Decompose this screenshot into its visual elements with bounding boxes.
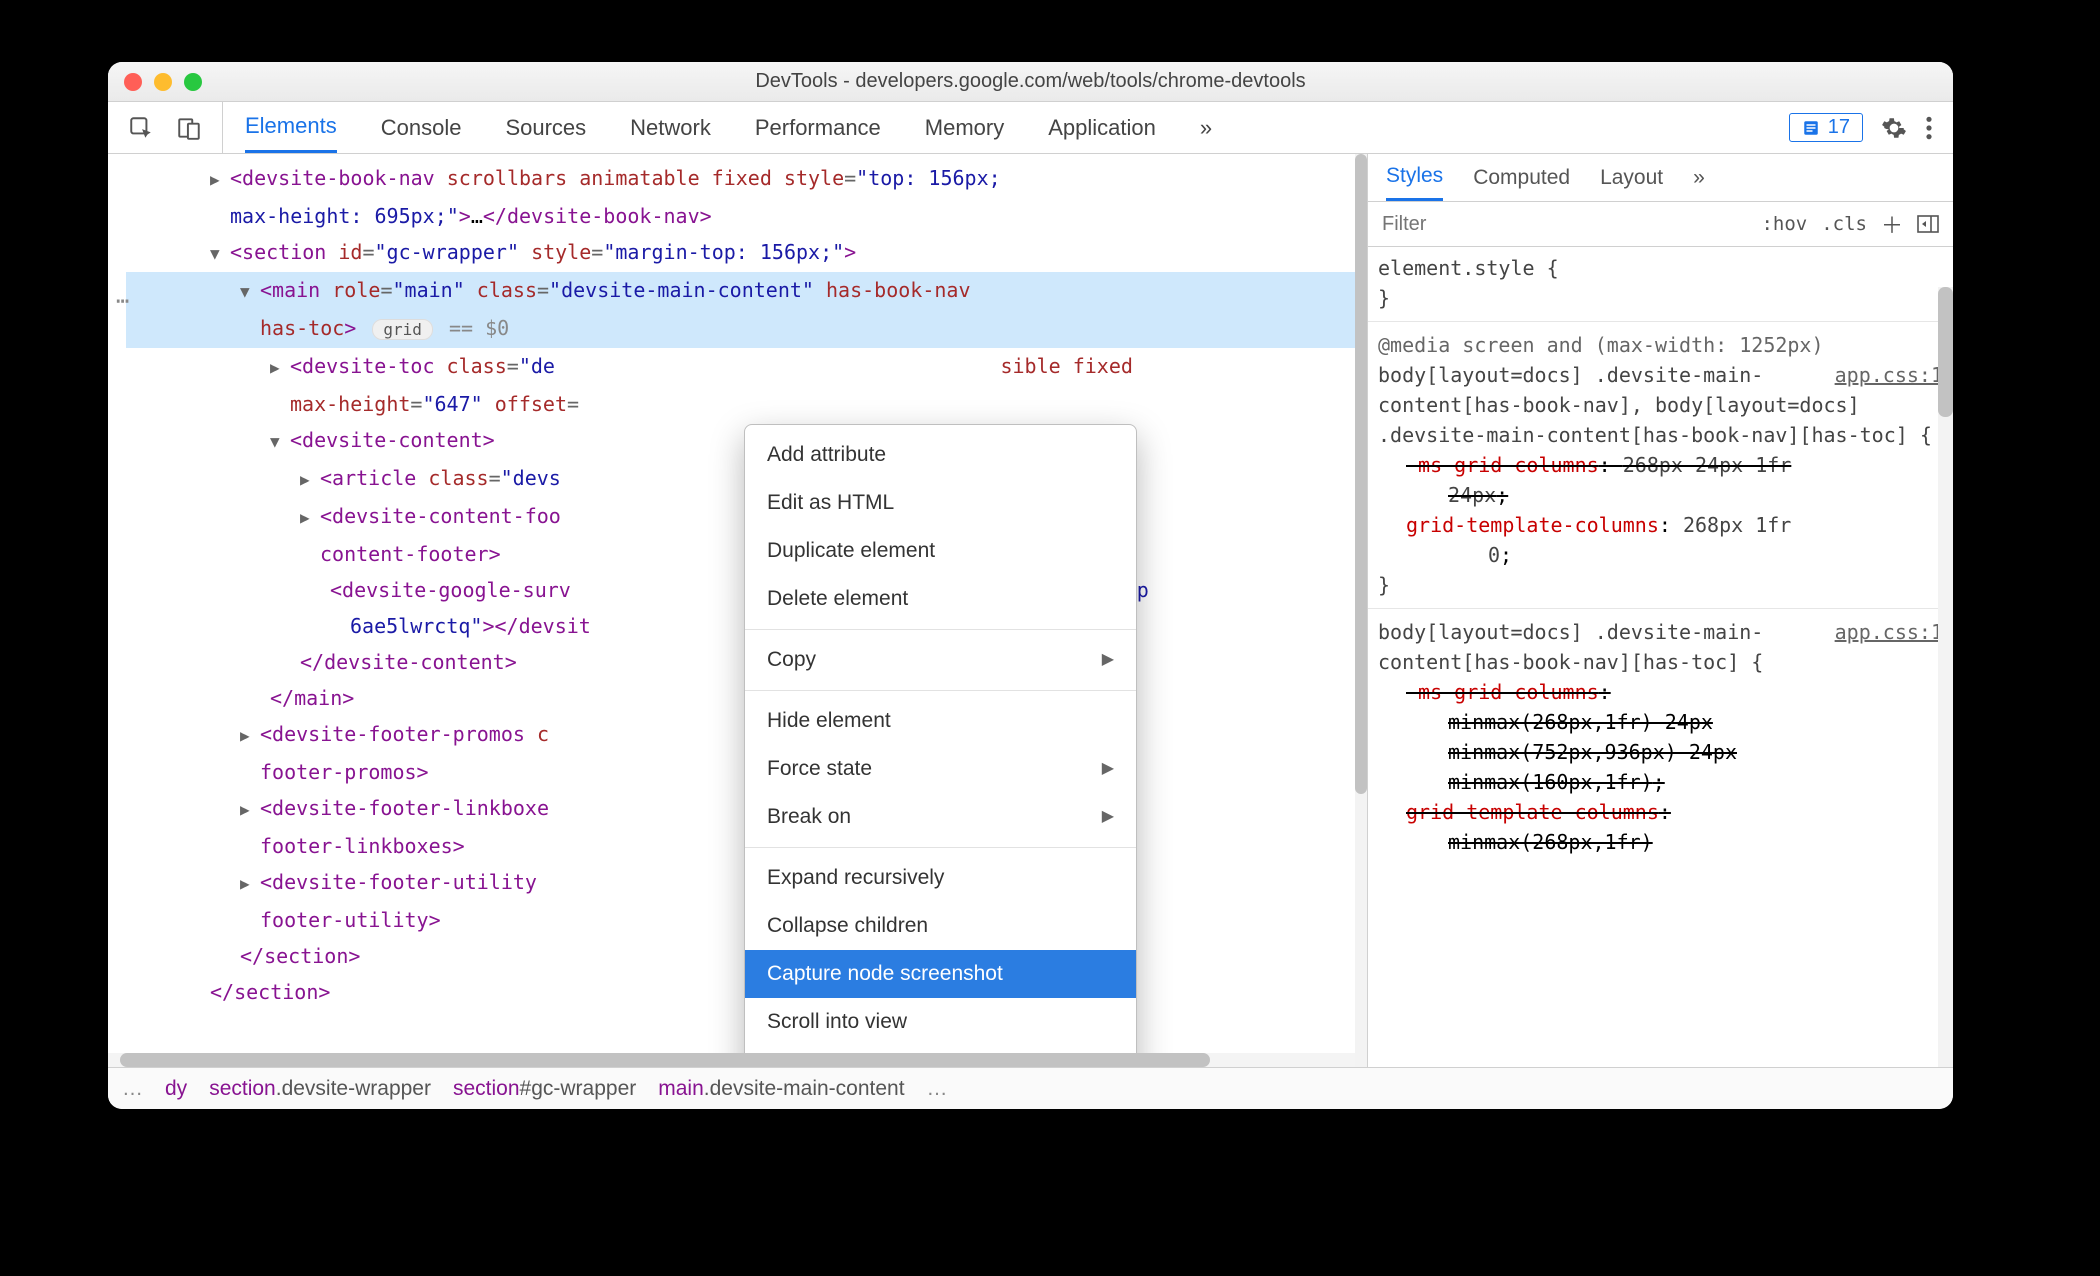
context-menu: Add attribute Edit as HTML Duplicate ele…: [744, 424, 1137, 1067]
dom-node-selected-cont: has-toc> grid == $0: [126, 310, 1367, 348]
breadcrumb-ellipsis-left[interactable]: …: [122, 1077, 143, 1101]
tabs-overflow[interactable]: »: [1200, 102, 1212, 153]
css-declaration[interactable]: -ms-grid-columns: 268px 24px 1fr: [1378, 450, 1943, 480]
dom-tree-panel[interactable]: ⋯ ▶<devsite-book-nav scrollbars animatab…: [108, 154, 1367, 1067]
styles-pane: Styles Computed Layout » :hov .cls ＋ ele…: [1367, 154, 1953, 1067]
styles-tab-computed[interactable]: Computed: [1473, 154, 1570, 201]
cm-delete-element[interactable]: Delete element: [745, 575, 1136, 623]
source-link[interactable]: app.css:1: [1835, 360, 1943, 390]
styles-tab-overflow[interactable]: »: [1693, 154, 1705, 201]
css-declaration-cont: minmax(268px,1fr): [1378, 827, 1943, 857]
cm-capture-node-screenshot[interactable]: Capture node screenshot: [745, 950, 1136, 998]
styles-tabs: Styles Computed Layout »: [1368, 154, 1953, 202]
breadcrumb-item[interactable]: section.devsite-wrapper: [209, 1077, 431, 1101]
dom-node[interactable]: ▼<section id="gc-wrapper" style="margin-…: [126, 234, 1367, 272]
css-declaration-cont: 0;: [1378, 540, 1943, 570]
css-declaration[interactable]: grid-template-columns:: [1378, 797, 1943, 827]
breadcrumb-item[interactable]: dy: [165, 1077, 187, 1101]
issues-count: 17: [1828, 116, 1850, 139]
vertical-scrollbar[interactable]: [1355, 154, 1367, 1067]
styles-body[interactable]: element.style { } @media screen and (max…: [1368, 247, 1953, 1067]
more-icon[interactable]: [1925, 115, 1933, 141]
media-query: @media screen and (max-width: 1252px): [1378, 330, 1943, 360]
horizontal-scrollbar[interactable]: [108, 1053, 1367, 1067]
breadcrumb-ellipsis-right[interactable]: …: [927, 1077, 948, 1101]
window-title: DevTools - developers.google.com/web/too…: [755, 70, 1305, 93]
hov-toggle[interactable]: :hov: [1761, 213, 1807, 235]
breadcrumb-item[interactable]: main.devsite-main-content: [658, 1077, 904, 1101]
cm-expand-recursively[interactable]: Expand recursively: [745, 854, 1136, 902]
css-declaration-cont: minmax(752px,936px) 24px: [1378, 737, 1943, 767]
minimize-icon[interactable]: [154, 73, 172, 91]
tab-performance[interactable]: Performance: [755, 102, 881, 153]
inspect-icon[interactable]: [128, 115, 154, 141]
submenu-arrow-icon: ▶: [1102, 799, 1114, 835]
new-rule-icon[interactable]: ＋: [1881, 208, 1903, 240]
panel-tabs: Elements Console Sources Network Perform…: [223, 102, 1769, 153]
submenu-arrow-icon: ▶: [1102, 642, 1114, 678]
grid-badge[interactable]: grid: [372, 319, 433, 340]
close-icon[interactable]: [124, 73, 142, 91]
rule-selector[interactable]: body[layout=docs] .devsite-main-content[…: [1378, 620, 1763, 674]
css-declaration-cont: minmax(160px,1fr);: [1378, 767, 1943, 797]
rule-close: }: [1378, 570, 1943, 600]
dom-node-cont: max-height: 695px;">…</devsite-book-nav>: [126, 198, 1367, 234]
tab-console[interactable]: Console: [381, 102, 462, 153]
tab-network[interactable]: Network: [630, 102, 711, 153]
breadcrumb: … dy section.devsite-wrapper section#gc-…: [108, 1067, 1953, 1109]
styles-filter-bar: :hov .cls ＋: [1368, 202, 1953, 247]
titlebar: DevTools - developers.google.com/web/too…: [108, 62, 1953, 102]
cm-copy[interactable]: Copy▶: [745, 636, 1136, 684]
devtools-window: DevTools - developers.google.com/web/too…: [108, 62, 1953, 1109]
cm-collapse-children[interactable]: Collapse children: [745, 902, 1136, 950]
rule-close: }: [1378, 283, 1943, 313]
sidebar-toggle-icon[interactable]: [1917, 215, 1939, 233]
cm-hide-element[interactable]: Hide element: [745, 697, 1136, 745]
dom-node[interactable]: ▶<devsite-book-nav scrollbars animatable…: [126, 160, 1367, 198]
gutter-ellipsis-icon: ⋯: [116, 284, 131, 320]
rule-selector[interactable]: element.style {: [1378, 253, 1943, 283]
dom-node-selected[interactable]: ▼<main role="main" class="devsite-main-c…: [126, 272, 1367, 310]
tab-application[interactable]: Application: [1048, 102, 1156, 153]
cm-separator: [745, 690, 1136, 691]
cls-toggle[interactable]: .cls: [1821, 213, 1867, 235]
cm-break-on[interactable]: Break on▶: [745, 793, 1136, 841]
cm-separator: [745, 847, 1136, 848]
styles-filter-input[interactable]: [1382, 213, 1747, 236]
zoom-icon[interactable]: [184, 73, 202, 91]
css-declaration[interactable]: -ms-grid-columns:: [1378, 677, 1943, 707]
cm-separator: [745, 629, 1136, 630]
source-link[interactable]: app.css:1: [1835, 617, 1943, 647]
window-controls: [124, 73, 202, 91]
tab-memory[interactable]: Memory: [925, 102, 1004, 153]
tab-elements[interactable]: Elements: [245, 102, 337, 153]
styles-tab-styles[interactable]: Styles: [1386, 154, 1443, 201]
tab-sources[interactable]: Sources: [505, 102, 586, 153]
css-declaration[interactable]: grid-template-columns: 268px 1fr: [1378, 510, 1943, 540]
dom-node-cont: max-height="647" offset=: [126, 386, 1367, 422]
issues-badge[interactable]: 17: [1789, 113, 1863, 142]
submenu-arrow-icon: ▶: [1102, 751, 1114, 787]
main-toolbar: Elements Console Sources Network Perform…: [108, 102, 1953, 154]
cm-edit-as-html[interactable]: Edit as HTML: [745, 479, 1136, 527]
css-declaration-cont: 24px;: [1378, 480, 1943, 510]
cm-duplicate-element[interactable]: Duplicate element: [745, 527, 1136, 575]
styles-scrollbar[interactable]: [1937, 247, 1953, 1067]
cm-force-state[interactable]: Force state▶: [745, 745, 1136, 793]
cm-scroll-into-view[interactable]: Scroll into view: [745, 998, 1136, 1046]
settings-icon[interactable]: [1881, 115, 1907, 141]
main-area: ⋯ ▶<devsite-book-nav scrollbars animatab…: [108, 154, 1953, 1067]
dom-node[interactable]: ▶<devsite-toc class="de sible fixed: [126, 348, 1367, 386]
styles-tab-layout[interactable]: Layout: [1600, 154, 1663, 201]
device-toggle-icon[interactable]: [176, 115, 202, 141]
cm-add-attribute[interactable]: Add attribute: [745, 431, 1136, 479]
css-declaration-cont: minmax(268px,1fr) 24px: [1378, 707, 1943, 737]
breadcrumb-item[interactable]: section#gc-wrapper: [453, 1077, 636, 1101]
